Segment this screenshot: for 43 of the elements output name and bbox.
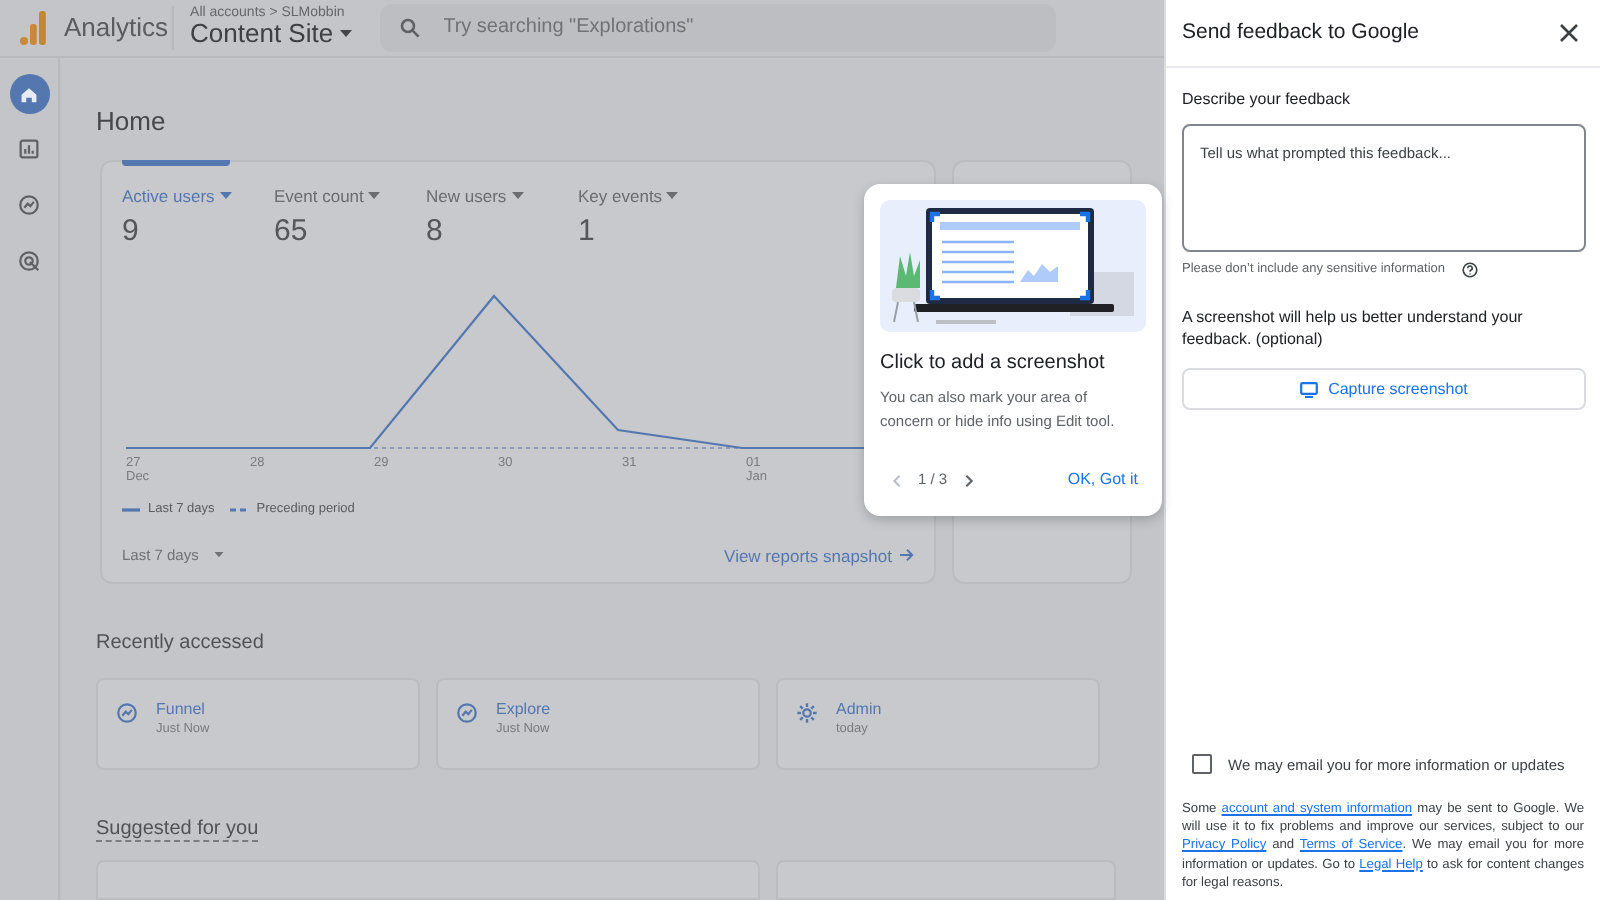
arrow-right-icon: [900, 548, 914, 563]
section-title: Suggested for you: [96, 818, 259, 842]
popover-title: Click to add a screenshot: [880, 350, 1107, 378]
bar-chart-icon: [16, 136, 42, 162]
caret-icon: [368, 192, 381, 201]
item-title: Admin: [836, 700, 882, 720]
field-label: Describe your feedback: [1182, 88, 1353, 112]
target-cursor-icon: [16, 248, 42, 274]
solid-line-icon: [122, 507, 140, 512]
close-icon: [1559, 24, 1577, 42]
caret-icon: [339, 30, 352, 39]
trend-circle-icon: [114, 700, 140, 726]
metric-tab[interactable]: New users 8: [426, 162, 578, 251]
monitor-icon: [1300, 381, 1319, 398]
chevron-right-icon[interactable]: [963, 473, 974, 487]
dashed-line-icon: [230, 507, 249, 512]
view-snapshot-link[interactable]: View reports snapshot: [724, 543, 914, 569]
caret-icon: [214, 552, 225, 559]
email-checkbox[interactable]: [1192, 754, 1212, 775]
metric-tab[interactable]: Key events 1: [578, 162, 730, 251]
metric-tab[interactable]: Event count 65: [274, 162, 426, 251]
caret-icon: [511, 192, 524, 201]
item-title: Explore: [496, 700, 551, 720]
panel-title: Send feedback to Google: [1182, 17, 1420, 48]
section-title: Recently accessed: [96, 630, 266, 658]
capture-screenshot-button[interactable]: Capture screenshot: [1182, 368, 1586, 411]
settings-icon: [794, 700, 820, 726]
home-button[interactable]: [9, 73, 49, 113]
caret-icon: [219, 192, 232, 201]
screenshot-hint: A screenshot will help us better understand your feedback. (optional): [1182, 307, 1525, 351]
item-title: Funnel: [156, 700, 207, 720]
search-field[interactable]: Try searching "Explorations": [379, 3, 1056, 52]
search-icon: [399, 17, 420, 38]
trend-circle-icon: [454, 700, 480, 726]
metric-tab[interactable]: Active users 9: [122, 162, 274, 251]
help-icon[interactable]: [1461, 261, 1478, 278]
bar-chart-logo-icon: [20, 9, 46, 46]
caret-icon: [666, 192, 679, 201]
product-name: Analytics: [64, 10, 169, 46]
trend-circle-icon: [16, 192, 42, 218]
property-selector[interactable]: Content Site: [190, 20, 352, 49]
page-title: Home: [96, 103, 168, 139]
got-it-button[interactable]: OK, Got it: [1067, 468, 1138, 492]
